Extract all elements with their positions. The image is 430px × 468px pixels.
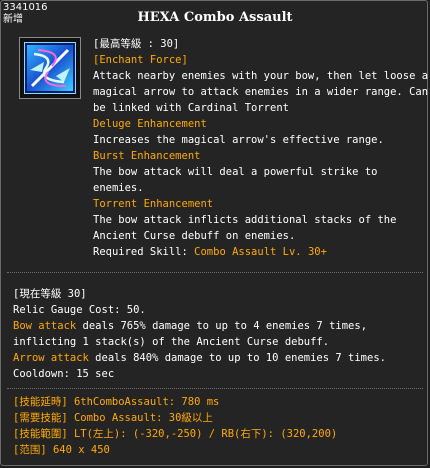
skill-tooltip: 3341016 新增 HEXA Combo Assault [最高等級 : 30… xyxy=(0,0,428,466)
bow-attack-text: deals 765% damage to up to 4 enemies 7 t… xyxy=(76,320,368,332)
deluge-title: Deluge Enhancement xyxy=(93,118,207,130)
divider xyxy=(7,272,423,273)
torrent-title: Torrent Enhancement xyxy=(93,198,214,210)
skill-title: HEXA Combo Assault xyxy=(137,10,293,25)
deluge-description: Increases the magical arrow's effective … xyxy=(93,134,384,146)
description-line: Attack nearby enemies with your bow, the… xyxy=(93,70,429,82)
relic-gauge-cost: Relic Gauge Cost: 50. xyxy=(13,304,146,316)
current-level: [現在等級 30] xyxy=(13,288,87,300)
skill-icon-frame xyxy=(19,37,81,99)
burst-title: Burst Enhancement xyxy=(93,150,201,162)
burst-description: The bow attack will deal a powerful stri… xyxy=(93,166,378,178)
max-level: [最高等級 : 30] xyxy=(93,38,180,50)
skill-delay: [技能延時] 6thComboAssault: 780 ms xyxy=(13,396,220,408)
required-skill-value: Combo Assault Lv. 30+ xyxy=(194,246,327,258)
required-skill-line: Required Skill: Combo Assault Lv. 30+ xyxy=(93,244,327,260)
bow-attack-label: Bow attack xyxy=(13,320,77,332)
skill-area: [范围] 640 x 450 xyxy=(13,444,110,456)
cooldown: Cooldown: 15 sec xyxy=(13,368,115,380)
enchant-force-label: [Enchant Force] xyxy=(93,54,188,66)
bow-attack-text-2: inflicting 1 stack(s) of the Ancient Cur… xyxy=(13,336,330,348)
bow-attack-line: Bow attack deals 765% damage to up to 4 … xyxy=(13,318,367,334)
arrow-attack-label: Arrow attack xyxy=(13,352,89,364)
burst-description: enemies. xyxy=(93,182,144,194)
divider xyxy=(7,388,423,389)
skill-requirement: [需要技能] Combo Assault: 30級以上 xyxy=(13,412,213,424)
description-line: be linked with Cardinal Torrent xyxy=(93,102,289,114)
arrow-attack-text: deals 840% damage to up to 10 enemies 7 … xyxy=(88,352,386,364)
arrow-attack-line: Arrow attack deals 840% damage to up to … xyxy=(13,350,386,366)
required-skill-prefix: Required Skill: xyxy=(93,246,195,258)
torrent-description: Ancient Curse debuff on enemies. xyxy=(93,230,296,242)
description-line: magical arrow to attack enemies in a wid… xyxy=(93,86,429,98)
combo-assault-skill-icon xyxy=(24,42,76,94)
torrent-description: The bow attack inflicts additional stack… xyxy=(93,214,397,226)
skill-range: [技能範圍] LT(左上): (-320,-250) / RB(右下): (32… xyxy=(13,428,338,440)
